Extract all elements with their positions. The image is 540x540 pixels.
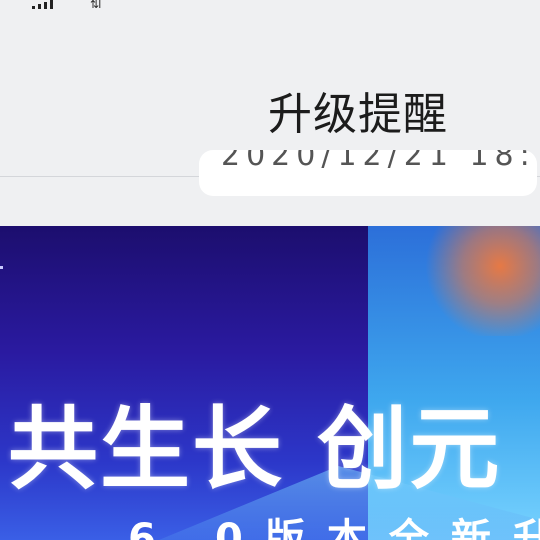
- message-timestamp-badge: 2020/12/21 18:28: [199, 150, 537, 196]
- upgrade-banner-image[interactable]: 共生长 创元 6.0版本全新升: [0, 226, 540, 540]
- status-bar: ⇅l: [0, 0, 540, 14]
- page-title: 升级提醒: [268, 89, 448, 140]
- banner-subline: 6.0版本全新升: [128, 516, 540, 540]
- banner-headline: 共生长 创元: [8, 397, 502, 502]
- data-arrows-icon: ⇅l: [90, 0, 101, 11]
- message-timestamp: 2020/12/21 18:28: [221, 150, 537, 173]
- banner-star: [0, 266, 3, 269]
- banner-glow: [420, 226, 540, 336]
- signal-bars-icon: [32, 0, 53, 9]
